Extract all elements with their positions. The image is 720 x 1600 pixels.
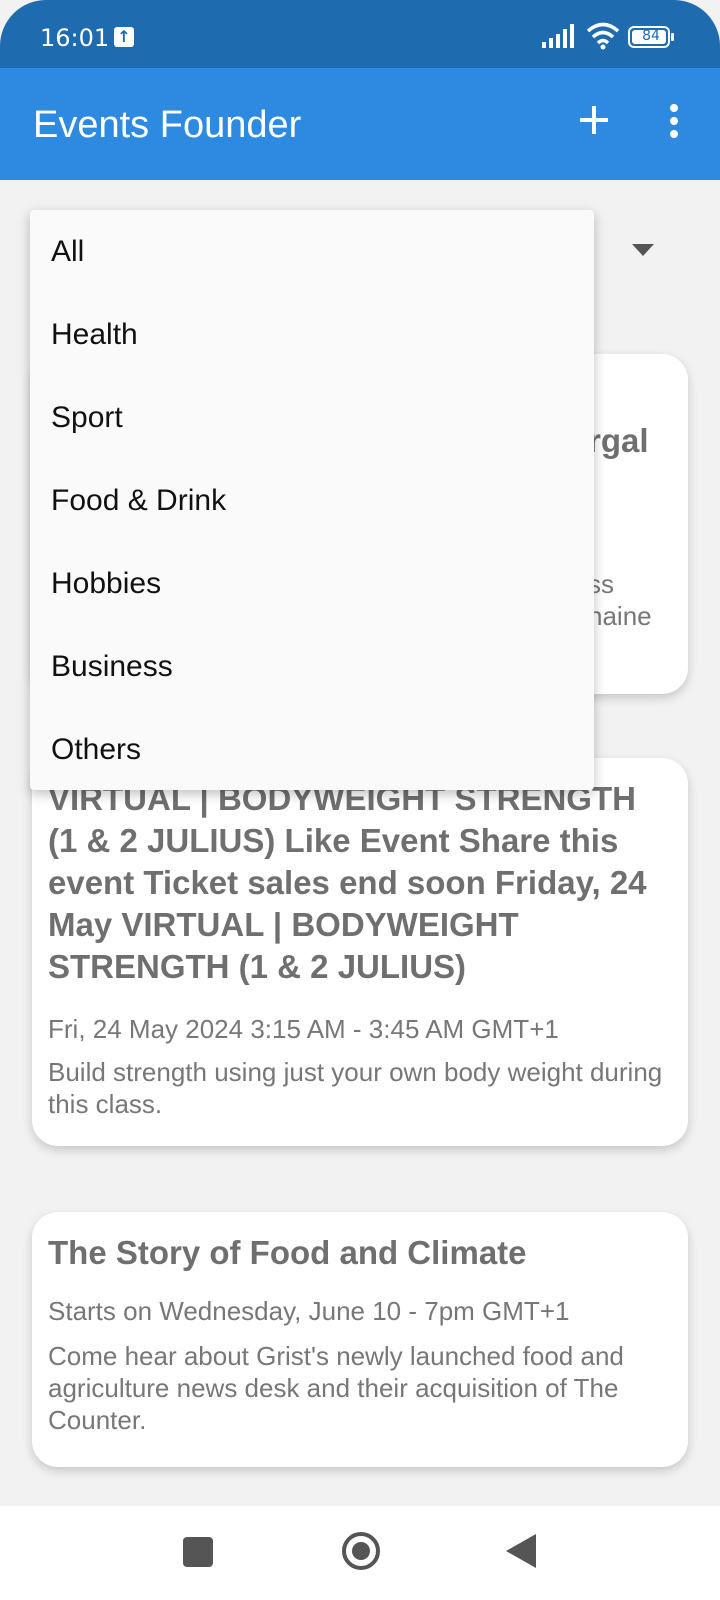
battery-level: 84 bbox=[642, 28, 660, 44]
event-date: Starts on Wednesday, June 10 - 7pm GMT+1 bbox=[48, 1296, 570, 1326]
triangle-back-icon[interactable] bbox=[504, 1532, 538, 1570]
event-title: VIRTUAL | BODYWEIGHT STRENGTH (1 & 2 JUL… bbox=[48, 780, 647, 985]
event-description: Come hear about Grist's newly launched f… bbox=[48, 1341, 624, 1435]
dropdown-item-hobbies[interactable]: Hobbies bbox=[30, 542, 594, 625]
event-description: Build strength using just your own body … bbox=[48, 1057, 663, 1119]
dropdown-item-health[interactable]: Health bbox=[30, 293, 594, 376]
dropdown-item-others[interactable]: Others bbox=[30, 708, 594, 791]
event-date: Fri, 24 May 2024 3:15 AM - 3:45 AM GMT+1 bbox=[48, 1014, 559, 1044]
signal-icon bbox=[542, 24, 574, 48]
category-dropdown-menu: All Health Sport Food & Drink Hobbies Bu… bbox=[30, 210, 594, 790]
event-description: naine bbox=[588, 601, 652, 631]
event-title: The Story of Food and Climate bbox=[48, 1234, 527, 1271]
status-time: 16:01 bbox=[40, 24, 110, 52]
dropdown-item-sport[interactable]: Sport bbox=[30, 376, 594, 459]
more-vertical-icon[interactable] bbox=[654, 96, 694, 144]
dropdown-item-business[interactable]: Business bbox=[30, 625, 594, 708]
status-bar: 16:01 ↑ 84 bbox=[0, 0, 720, 68]
chevron-down-icon[interactable] bbox=[632, 244, 654, 256]
event-card[interactable]: The Story of Food and Climate Starts on … bbox=[32, 1212, 688, 1467]
event-title: rgal bbox=[588, 422, 649, 459]
square-icon[interactable] bbox=[183, 1537, 213, 1567]
dropdown-item-food-drink[interactable]: Food & Drink bbox=[30, 459, 594, 542]
circle-icon[interactable] bbox=[340, 1530, 382, 1572]
app-bar: Events Founder bbox=[0, 68, 720, 180]
event-card[interactable]: VIRTUAL | BODYWEIGHT STRENGTH (1 & 2 JUL… bbox=[32, 758, 688, 1146]
wifi-icon bbox=[586, 22, 620, 50]
upload-icon: ↑ bbox=[114, 27, 134, 47]
plus-icon[interactable] bbox=[570, 96, 618, 144]
app-title: Events Founder bbox=[33, 104, 302, 146]
dropdown-item-all[interactable]: All bbox=[30, 210, 594, 293]
event-description: ss bbox=[588, 569, 614, 599]
screen: 16:01 ↑ 84 Events Founder rgal ss naine … bbox=[0, 0, 720, 1600]
